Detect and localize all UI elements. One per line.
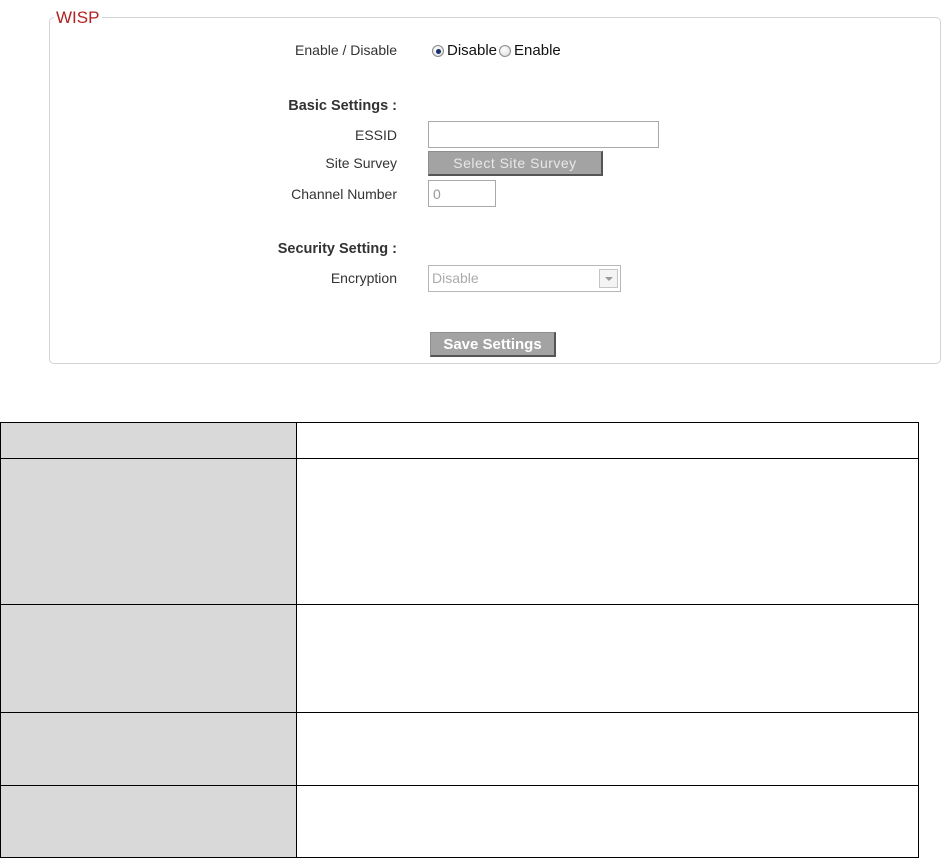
encryption-select[interactable]: Disable	[428, 265, 621, 292]
table-row	[0, 422, 919, 459]
essid-input[interactable]	[428, 121, 659, 148]
save-settings-button[interactable]: Save Settings	[430, 332, 556, 357]
radio-enable-label[interactable]: Enable	[514, 42, 561, 60]
table-key-cell	[0, 785, 297, 858]
description-table	[0, 422, 919, 858]
table-key-cell	[0, 604, 297, 713]
table-value-cell	[296, 458, 919, 605]
enable-disable-label: Enable / Disable	[295, 42, 397, 58]
table-key-cell	[0, 422, 297, 459]
table-value-cell	[296, 785, 919, 858]
wisp-legend: WISP	[54, 7, 103, 29]
basic-settings-heading: Basic Settings :	[288, 98, 397, 114]
table-row	[0, 604, 919, 713]
page: WISP Enable / Disable Disable Enable Bas…	[0, 0, 951, 860]
table-value-cell	[296, 712, 919, 786]
table-row	[0, 712, 919, 786]
table-value-cell	[296, 422, 919, 459]
enable-radio-group: Disable Enable	[432, 42, 563, 60]
encryption-select-value: Disable	[432, 270, 479, 286]
select-site-survey-button[interactable]: Select Site Survey	[428, 151, 603, 176]
table-row	[0, 785, 919, 858]
table-value-cell	[296, 604, 919, 713]
site-survey-label: Site Survey	[325, 155, 397, 171]
radio-disable-label[interactable]: Disable	[447, 42, 497, 60]
table-key-cell	[0, 712, 297, 786]
radio-enable-icon[interactable]	[499, 45, 512, 57]
chevron-down-icon[interactable]	[599, 269, 618, 288]
radio-disable-icon[interactable]	[432, 45, 444, 57]
security-setting-heading: Security Setting :	[277, 241, 397, 257]
encryption-label: Encryption	[330, 270, 397, 286]
essid-label: ESSID	[354, 127, 397, 143]
table-row	[0, 458, 919, 605]
table-key-cell	[0, 458, 297, 605]
channel-number-label: Channel Number	[291, 186, 397, 202]
channel-number-input[interactable]	[428, 180, 496, 207]
